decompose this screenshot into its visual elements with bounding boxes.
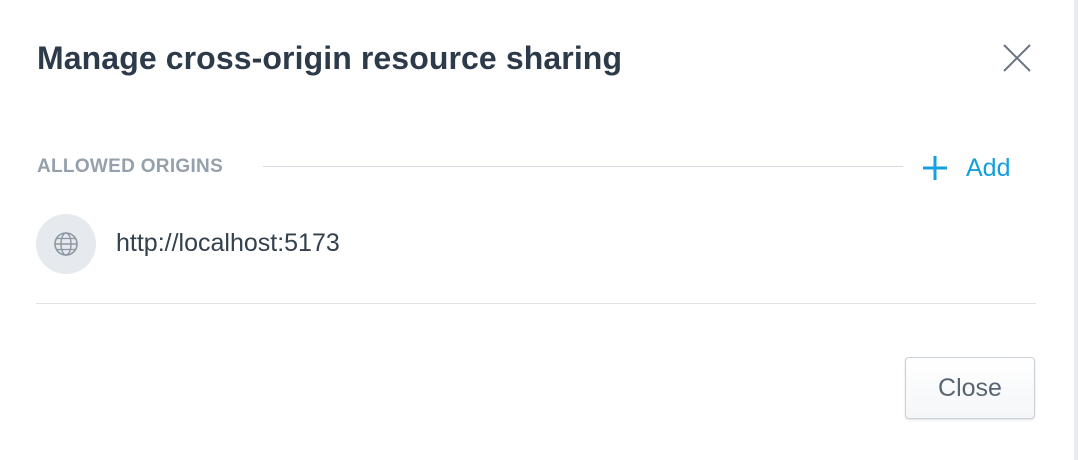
section-divider: [263, 166, 903, 167]
close-icon[interactable]: [998, 40, 1034, 76]
footer-divider: [36, 303, 1036, 304]
dialog-title: Manage cross-origin resource sharing: [37, 40, 623, 76]
origin-url: http://localhost:5173: [116, 229, 340, 257]
cors-dialog: Manage cross-origin resource sharing ALL…: [0, 0, 1074, 460]
origin-list-item: http://localhost:5173: [36, 213, 340, 274]
close-button[interactable]: Close: [905, 357, 1035, 419]
globe-icon: [36, 213, 96, 274]
add-origin-button[interactable]: Add: [920, 148, 1010, 188]
add-label: Add: [966, 153, 1011, 182]
section-label: ALLOWED ORIGINS: [37, 156, 224, 177]
plus-icon: [920, 153, 950, 183]
allowed-origins-header: ALLOWED ORIGINS Add: [37, 148, 1027, 188]
